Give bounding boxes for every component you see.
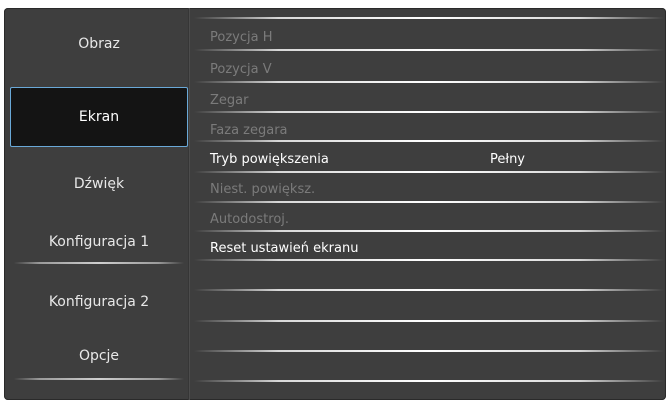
row-separator <box>194 81 664 83</box>
row-separator <box>194 111 664 113</box>
option-label: Niest. powiększ. <box>210 182 316 197</box>
row-separator <box>194 140 664 142</box>
row-separator <box>194 17 664 19</box>
row-separator <box>194 320 664 322</box>
option-label: Faza zegara <box>210 123 288 138</box>
option-label: Autodostroj. <box>210 212 290 227</box>
category-ekran[interactable]: Ekran <box>10 87 188 147</box>
column-divider <box>188 8 190 400</box>
option-label: Zegar <box>210 93 249 108</box>
option-label: Tryb powiększenia <box>210 152 329 167</box>
category-dzwiek[interactable]: Dźwięk <box>10 154 188 214</box>
row-separator <box>194 289 664 291</box>
category-separator <box>14 378 184 380</box>
category-obraz[interactable]: Obraz <box>10 14 188 74</box>
row-separator <box>194 171 664 173</box>
row-separator <box>194 49 664 51</box>
category-list: Obraz Ekran Dźwięk Konfiguracja 1 Konfig… <box>10 14 188 396</box>
category-label: Obraz <box>78 36 120 52</box>
category-label: Dźwięk <box>73 176 125 192</box>
row-separator <box>194 259 664 261</box>
category-label: Konfiguracja 2 <box>48 294 150 310</box>
row-separator <box>194 380 664 382</box>
row-separator <box>194 201 664 203</box>
option-label: Pozycja V <box>210 62 272 77</box>
osd-menu: Obraz Ekran Dźwięk Konfiguracja 1 Konfig… <box>4 8 666 400</box>
category-separator <box>14 262 184 264</box>
category-label: Opcje <box>78 348 120 364</box>
option-value: Pełny <box>490 152 526 167</box>
option-label: Pozycja H <box>210 30 273 45</box>
option-label: Reset ustawień ekranu <box>210 241 359 256</box>
category-label: Ekran <box>78 109 120 125</box>
category-konfiguracja-2[interactable]: Konfiguracja 2 <box>10 272 188 332</box>
row-separator <box>194 350 664 352</box>
row-separator <box>194 230 664 232</box>
category-label: Konfiguracja 1 <box>48 234 150 250</box>
option-list: Pozycja H Pozycja V Zegar Faza zegara Tr… <box>194 8 664 400</box>
category-opcje[interactable]: Opcje <box>10 326 188 386</box>
